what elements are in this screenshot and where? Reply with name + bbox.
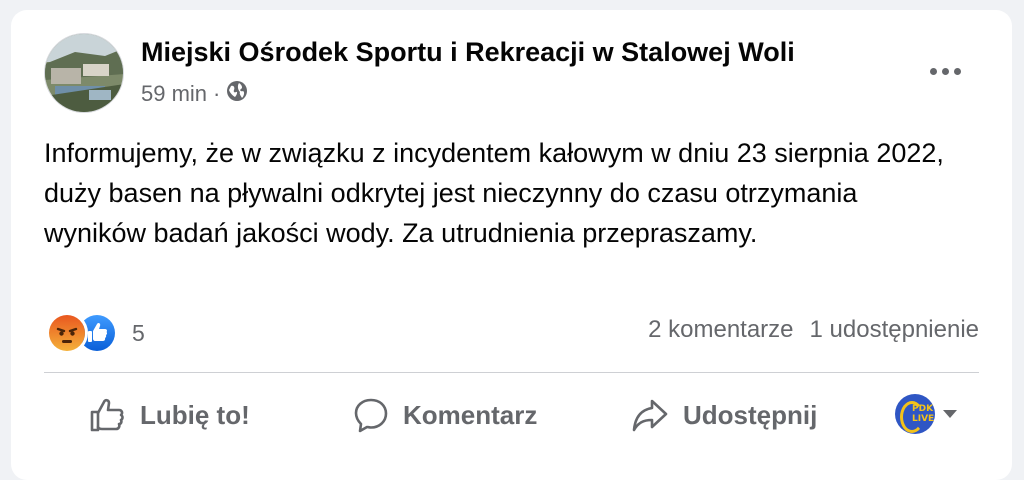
reaction-count: 5 [132,319,145,346]
reaction-summary[interactable]: 5 [46,312,145,354]
acting-as-selector[interactable]: PDK LIVE [895,394,957,434]
engagement-stats: 2 komentarze 1 udostępnienie [648,316,979,344]
comment-bubble-icon [353,397,389,433]
avatar-text-line1: PDK [912,404,934,414]
like-label: Lubię to! [140,399,250,430]
comments-count-link[interactable]: 2 komentarze [648,316,793,344]
acting-as-avatar: PDK LIVE [895,394,935,434]
more-dot [941,67,949,75]
comment-button[interactable]: Komentarz [353,390,537,440]
comment-label: Komentarz [403,399,538,430]
actions-divider [44,372,979,373]
more-options-button[interactable] [923,56,967,86]
globe-icon[interactable] [226,80,248,108]
more-dot [929,67,937,75]
share-arrow-icon [631,397,669,433]
thumbs-up-icon [88,396,126,434]
page-name[interactable]: Miejski Ośrodek Sportu i Rekreacji w Sta… [141,37,795,68]
meta-separator: · [213,81,221,106]
post-text: Informujemy, że w związku z incydentem k… [44,138,944,248]
post-card: Miejski Ośrodek Sportu i Rekreacji w Sta… [11,10,1012,480]
like-button[interactable]: Lubię to! [88,390,250,440]
shares-count-link[interactable]: 1 udostępnienie [810,316,979,344]
share-label: Udostępnij [683,399,818,430]
angry-reaction-icon [46,312,88,354]
more-dot [953,67,961,75]
page-avatar[interactable] [44,33,124,113]
chevron-down-icon [943,410,957,418]
avatar-text-line2: LIVE [912,414,935,424]
post-time[interactable]: 59 min [141,81,207,107]
post-meta: 59 min · [141,80,248,108]
share-button[interactable]: Udostępnij [631,390,817,440]
